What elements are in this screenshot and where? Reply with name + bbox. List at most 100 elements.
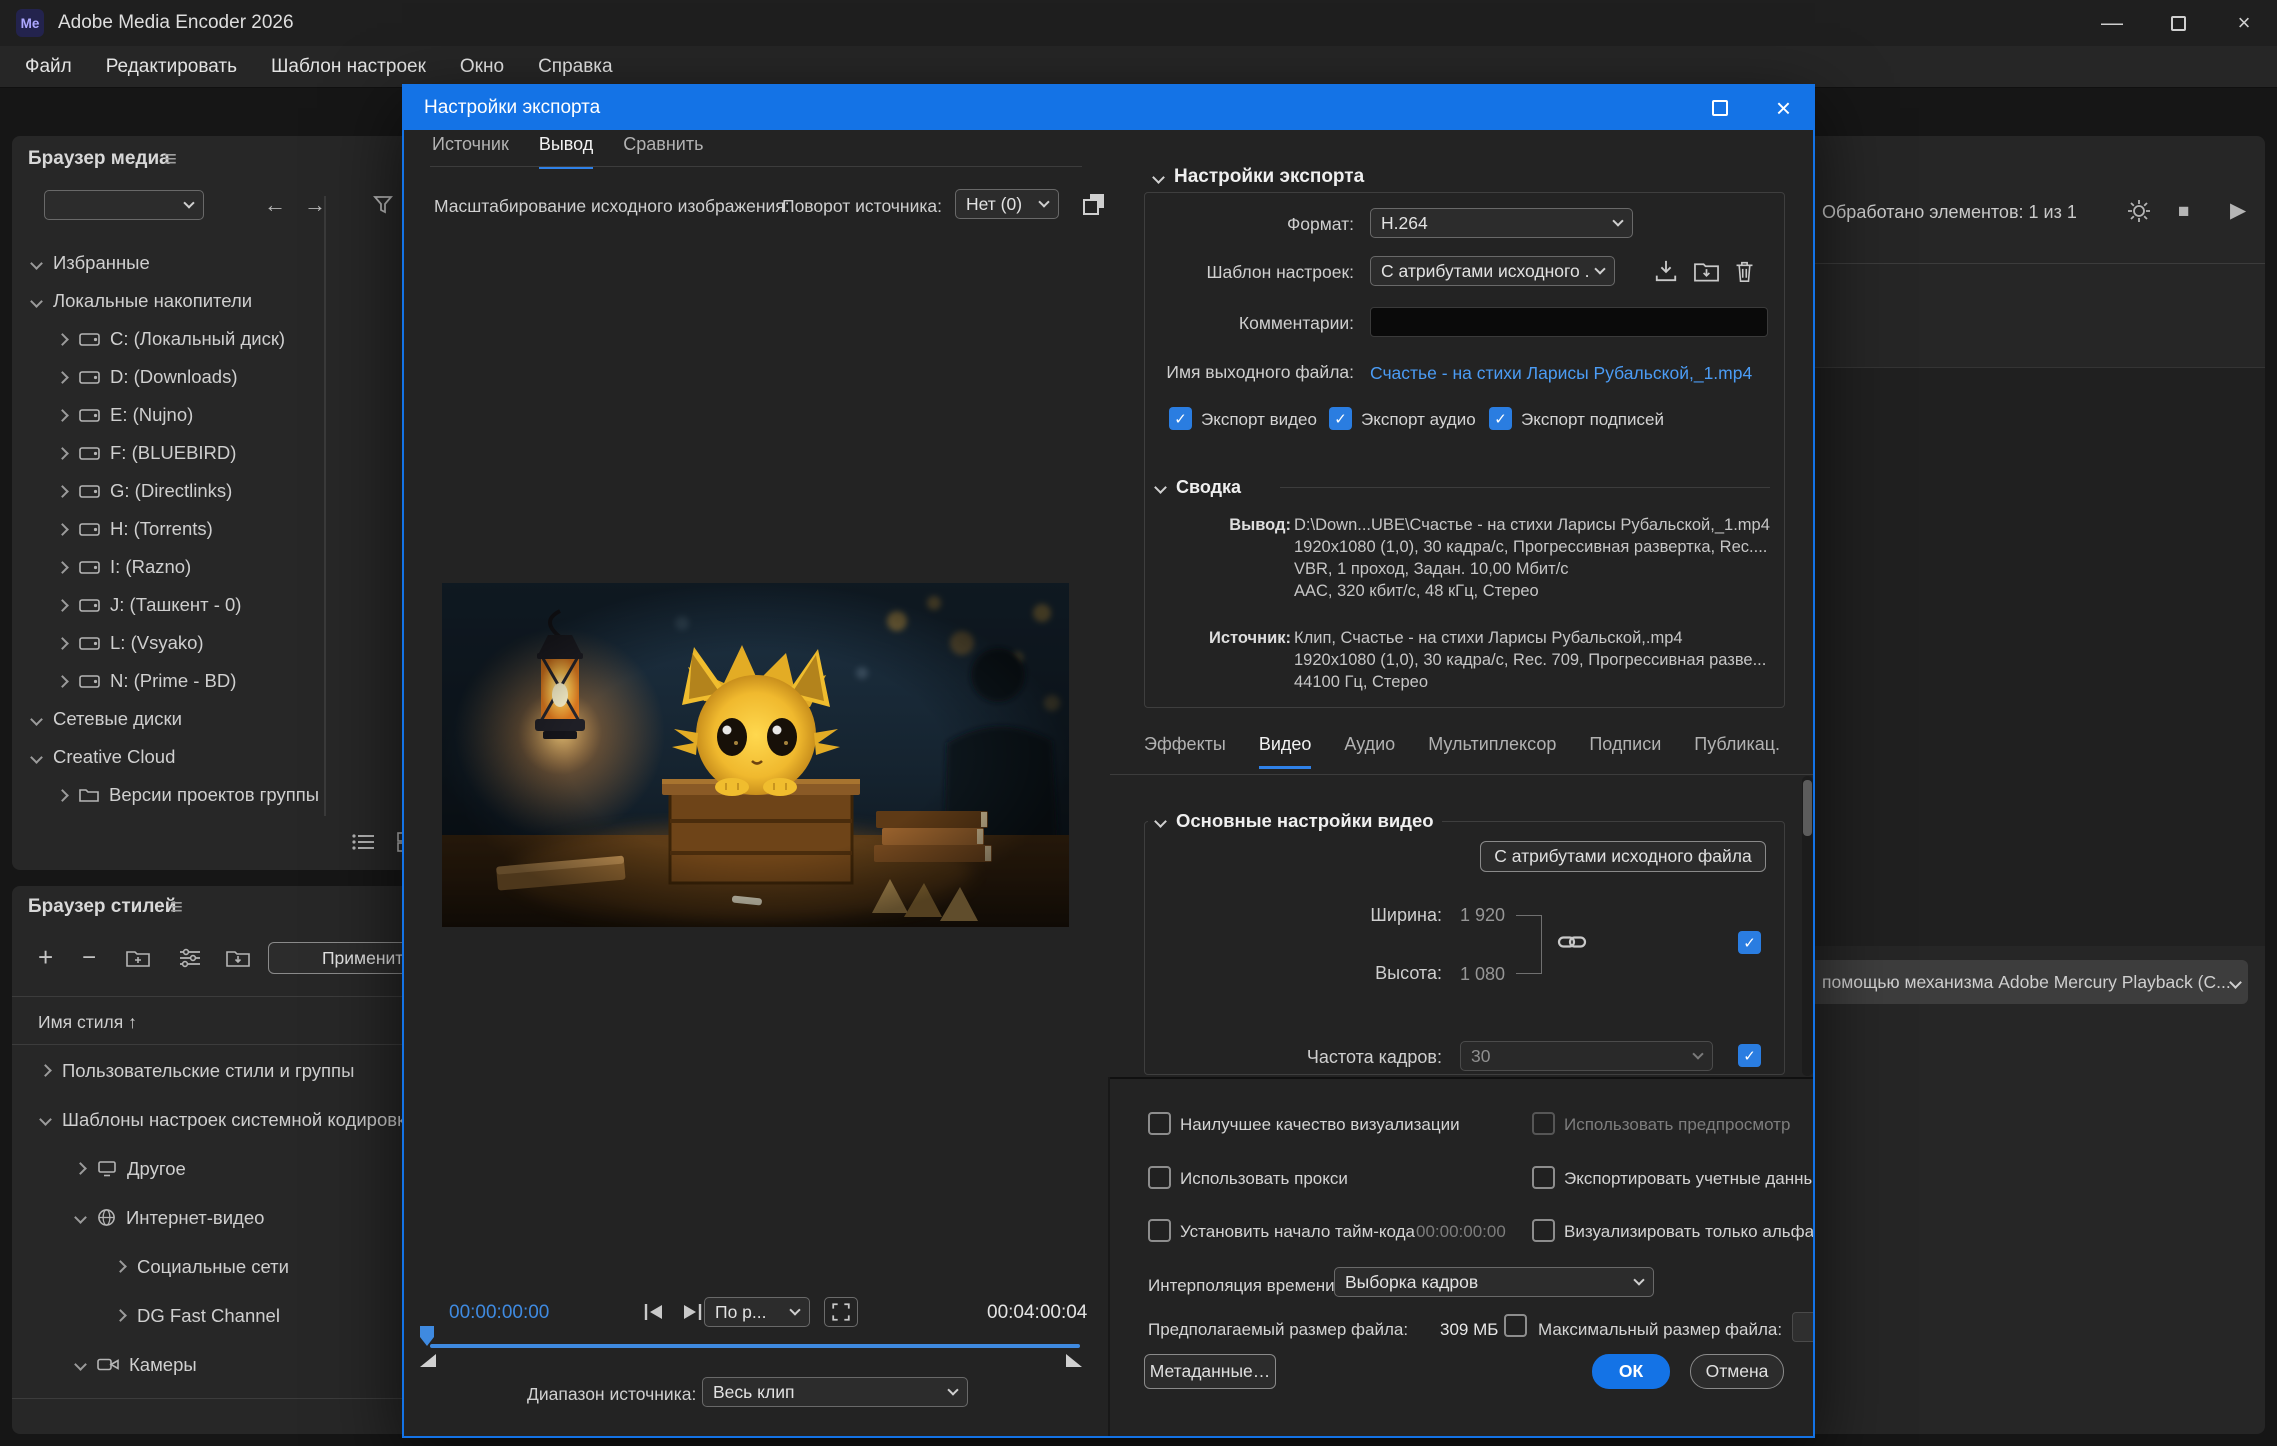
export-credentials-checkbox[interactable]: [1532, 1166, 1555, 1189]
use-proxies-checkbox[interactable]: [1148, 1166, 1171, 1189]
output-name-link[interactable]: Счастье - на стихи Ларисы Рубальской,_1.…: [1370, 363, 1752, 384]
remove-preset-icon[interactable]: −: [82, 946, 96, 970]
range-end-handle[interactable]: [1066, 1354, 1082, 1367]
delete-preset-icon[interactable]: [1730, 258, 1758, 284]
export-settings-header[interactable]: Настройки экспорта: [1146, 164, 1372, 190]
chevron-down-icon: [1154, 481, 1167, 494]
check-icon: ✓: [1743, 1047, 1756, 1065]
tree-splitter[interactable]: [324, 196, 326, 816]
render-alpha-only-checkbox[interactable]: [1532, 1219, 1555, 1242]
tab-video[interactable]: Видео: [1259, 734, 1312, 769]
filter-icon[interactable]: [370, 192, 396, 218]
tab-compare[interactable]: Сравнить: [623, 134, 703, 169]
height-value[interactable]: 1 080: [1460, 964, 1505, 985]
list-view-icon[interactable]: [350, 830, 378, 854]
drive-icon: [79, 484, 100, 499]
cancel-button[interactable]: Отмена: [1690, 1354, 1784, 1389]
import-preset-folder-icon[interactable]: [1692, 258, 1720, 284]
close-button[interactable]: ×: [2211, 0, 2277, 46]
drive-icon: [79, 408, 100, 423]
tab-captions[interactable]: Подписи: [1589, 734, 1661, 769]
export-audio-checkbox[interactable]: ✓: [1329, 407, 1352, 430]
menu-edit[interactable]: Редактировать: [89, 56, 254, 78]
dialog-titlebar[interactable]: Настройки экспорта ×: [404, 86, 1813, 130]
best-quality-checkbox[interactable]: [1148, 1112, 1171, 1135]
window-title: Adobe Media Encoder 2026: [58, 12, 294, 34]
chevron-down-icon: [74, 1211, 87, 1224]
preset-column-header[interactable]: Имя стиля ↑: [38, 1012, 137, 1033]
preset-select[interactable]: С атрибутами исходного ...: [1370, 256, 1615, 286]
chevron-right-icon: [114, 1309, 127, 1322]
set-start-timecode-checkbox[interactable]: [1148, 1219, 1171, 1242]
chevron-right-icon: [56, 675, 69, 688]
check-icon: ✓: [1174, 410, 1187, 428]
max-size-checkbox[interactable]: [1504, 1314, 1527, 1337]
interpolation-select[interactable]: Выборка кадров: [1334, 1267, 1654, 1297]
metadata-button[interactable]: Метаданные…: [1144, 1354, 1276, 1389]
tab-source[interactable]: Источник: [432, 134, 509, 169]
panel-menu-icon[interactable]: ≡: [164, 148, 177, 170]
tab-output[interactable]: Вывод: [539, 134, 593, 169]
auto-encode-icon[interactable]: [2124, 196, 2154, 226]
tab-audio[interactable]: Аудио: [1344, 734, 1395, 769]
stop-icon[interactable]: ■: [2178, 202, 2189, 221]
current-timecode[interactable]: 00:00:00:00: [449, 1302, 549, 1324]
use-previews-checkbox[interactable]: [1532, 1112, 1555, 1135]
framerate-select[interactable]: 30: [1460, 1041, 1713, 1071]
summary-source-lines: Клип, Счастье - на стихи Ларисы Рубальск…: [1294, 627, 1766, 693]
link-dimensions-icon[interactable]: [1556, 928, 1588, 956]
comments-input[interactable]: [1370, 307, 1768, 337]
link-dimensions-checkbox[interactable]: ✓: [1738, 931, 1761, 954]
zoom-level-select[interactable]: По р...: [704, 1297, 810, 1327]
view-tabs: Источник Вывод Сравнить: [432, 134, 703, 169]
menu-window[interactable]: Окно: [443, 56, 521, 78]
chevron-right-icon: [39, 1064, 52, 1077]
chevron-right-icon: [56, 409, 69, 422]
format-select[interactable]: H.264: [1370, 208, 1633, 238]
new-preset-group-icon[interactable]: [124, 946, 152, 970]
media-browser-title: Браузер медиа: [28, 148, 170, 170]
framerate-match-checkbox[interactable]: ✓: [1738, 1044, 1761, 1067]
timeline-track[interactable]: [430, 1344, 1080, 1348]
set-in-point-icon[interactable]: [642, 1302, 666, 1322]
scrollbar-thumb[interactable]: [1803, 780, 1812, 836]
start-timecode-value[interactable]: 00:00:00:00: [1416, 1222, 1506, 1242]
media-view-select[interactable]: [44, 190, 204, 220]
export-captions-checkbox[interactable]: ✓: [1489, 407, 1512, 430]
tab-multiplexer[interactable]: Мультиплексор: [1428, 734, 1556, 769]
tab-publish[interactable]: Публикац.: [1694, 734, 1780, 769]
fit-button[interactable]: [824, 1297, 858, 1327]
source-range-select[interactable]: Весь клип: [702, 1377, 968, 1407]
max-size-input[interactable]: [1792, 1312, 1815, 1342]
dialog-close-icon[interactable]: ×: [1776, 95, 1791, 121]
minimize-button[interactable]: —: [2079, 0, 2145, 46]
summary-header[interactable]: Сводка: [1148, 474, 1249, 500]
monitor-icon: [97, 1160, 117, 1177]
tab-effects[interactable]: Эффекты: [1144, 734, 1226, 769]
add-preset-icon[interactable]: +: [38, 944, 53, 970]
set-out-point-icon[interactable]: [680, 1302, 704, 1322]
play-icon[interactable]: ▶: [2230, 200, 2246, 221]
range-start-handle[interactable]: [420, 1354, 436, 1367]
export-video-checkbox[interactable]: ✓: [1169, 407, 1192, 430]
panel-menu-icon[interactable]: ≡: [170, 896, 183, 918]
settings-scrollbar[interactable]: [1802, 776, 1813, 1076]
chevron-right-icon: [114, 1260, 127, 1273]
import-preset-icon[interactable]: [224, 946, 252, 970]
width-value[interactable]: 1 920: [1460, 905, 1505, 926]
match-source-button[interactable]: С атрибутами исходного файла: [1480, 841, 1766, 872]
menu-preset[interactable]: Шаблон настроек: [254, 56, 443, 78]
app-window: Me Adobe Media Encoder 2026 — × Файл Ред…: [0, 0, 2277, 1446]
ok-button[interactable]: ОК: [1592, 1354, 1670, 1389]
playhead[interactable]: [420, 1326, 434, 1346]
back-icon[interactable]: ←: [264, 194, 286, 216]
menu-help[interactable]: Справка: [521, 56, 630, 78]
dialog-maximize-icon[interactable]: [1712, 100, 1728, 116]
maximize-button[interactable]: [2145, 0, 2211, 46]
preset-settings-icon[interactable]: [176, 946, 204, 970]
rotation-select[interactable]: Нет (0): [955, 189, 1059, 219]
menu-file[interactable]: Файл: [8, 56, 89, 78]
forward-icon[interactable]: →: [304, 194, 326, 216]
save-preset-icon[interactable]: [1652, 258, 1680, 284]
basic-video-settings-header[interactable]: Основные настройки видео: [1148, 808, 1442, 834]
